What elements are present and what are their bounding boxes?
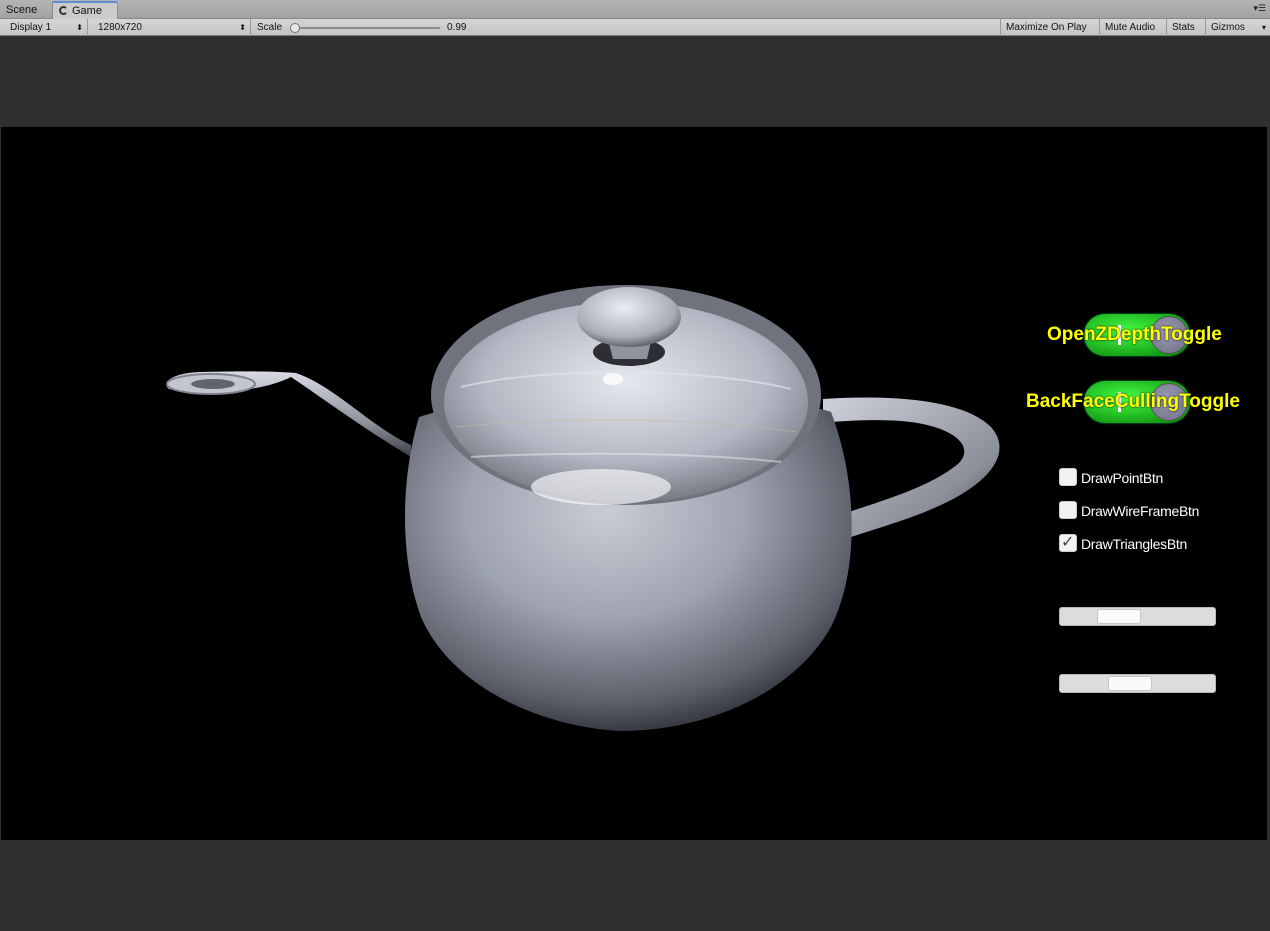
tab-scene[interactable]: Scene — [0, 2, 50, 19]
resolution-dropdown-label: 1280x720 — [98, 22, 142, 33]
game-view[interactable]: OpenZDepthToggle BackFaceCullingToggle D… — [1, 127, 1267, 840]
slider-1[interactable] — [1059, 607, 1216, 626]
editor-tab-bar: Scene Game ▾☰ — [0, 0, 1270, 19]
scale-slider-track[interactable] — [295, 27, 440, 29]
scale-label: Scale — [257, 22, 283, 33]
scale-slider-knob[interactable] — [290, 23, 300, 33]
game-toolbar: Display 1 ⬍ 1280x720 ⬍ Scale 0.99 Maximi… — [0, 19, 1270, 36]
resolution-dropdown[interactable]: 1280x720 ⬍ — [92, 19, 251, 36]
gizmos-label: Gizmos — [1211, 22, 1245, 33]
mute-audio-button[interactable]: Mute Audio — [1099, 19, 1160, 36]
draw-point-checkbox[interactable] — [1059, 468, 1077, 486]
draw-triangles-checkbox[interactable]: ✓ — [1059, 532, 1077, 552]
scale-value: 0.99 — [447, 22, 467, 33]
stats-button[interactable]: Stats — [1166, 19, 1200, 36]
draw-point-label: DrawPointBtn — [1081, 470, 1163, 486]
open-zdepth-toggle-label: OpenZDepthToggle — [1047, 324, 1222, 345]
checkmark-icon: ✓ — [1061, 532, 1075, 551]
display-dropdown[interactable]: Display 1 ⬍ — [4, 19, 88, 36]
slider-2-thumb[interactable] — [1108, 676, 1152, 691]
tab-menu-icon[interactable]: ▾☰ — [1253, 5, 1266, 14]
draw-wireframe-checkbox[interactable] — [1059, 501, 1077, 519]
tab-game-label: Game — [72, 5, 102, 17]
camera-icon — [59, 6, 68, 15]
tab-scene-label: Scene — [6, 4, 38, 16]
teapot-render — [166, 285, 1000, 731]
tab-game[interactable]: Game — [52, 1, 118, 19]
maximize-on-play-button[interactable]: Maximize On Play — [1000, 19, 1092, 36]
draw-triangles-label: DrawTrianglesBtn — [1081, 536, 1187, 552]
back-face-culling-toggle-label: BackFaceCullingToggle — [1026, 391, 1240, 412]
gizmos-button[interactable]: Gizmos ▾ — [1205, 19, 1270, 36]
display-dropdown-label: Display 1 — [10, 22, 52, 33]
slider-2[interactable] — [1059, 674, 1216, 693]
slider-1-thumb[interactable] — [1097, 609, 1141, 624]
draw-wireframe-label: DrawWireFrameBtn — [1081, 503, 1200, 519]
dropdown-arrow-icon: ⬍ — [239, 23, 246, 32]
dropdown-arrow-icon: ▾ — [1261, 23, 1266, 32]
dropdown-arrow-icon: ⬍ — [76, 23, 83, 32]
